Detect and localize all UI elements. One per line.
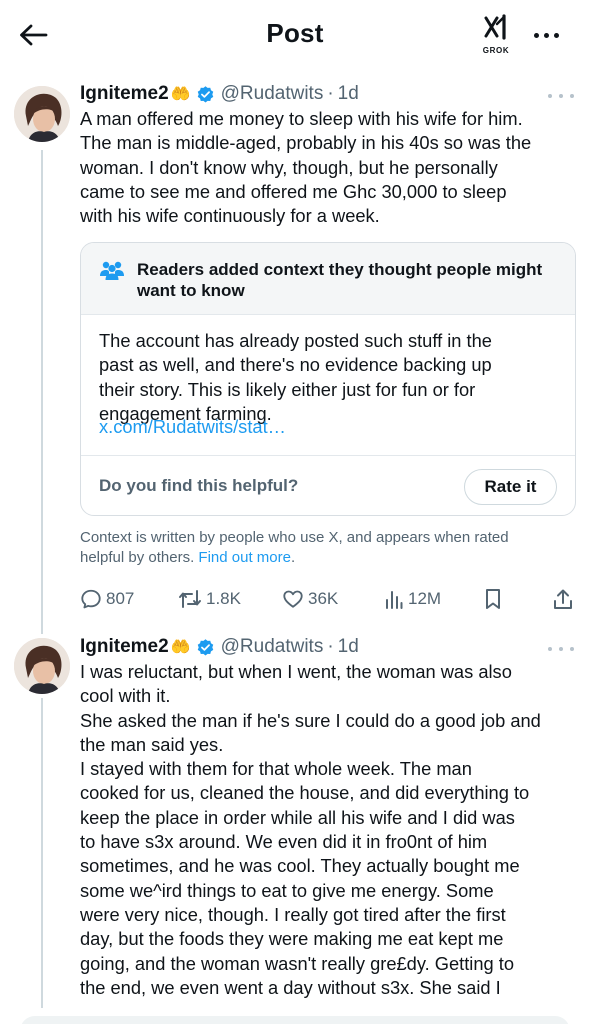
note-body: The account has already posted such stuf… <box>99 329 549 426</box>
verified-badge-icon <box>197 85 213 102</box>
tweet-header: Igniteme2 🤲 @Rudatwits · 1d <box>80 82 359 106</box>
helpful-question: Do you find this helpful? <box>99 476 299 495</box>
repost-icon <box>179 590 201 608</box>
reply-count: 807 <box>106 589 135 608</box>
tweet-line: the end, we even went a day without s3x.… <box>80 976 501 998</box>
note-source-link[interactable]: x.com/Rudatwits/stat… <box>99 416 286 438</box>
note-body-line: their story. This is likely either just … <box>99 378 476 400</box>
grok-label: GROK <box>482 46 510 55</box>
emoji: 🤲 <box>170 639 191 656</box>
views-count: 12M <box>408 589 442 608</box>
note-header: Readers added context they thought peopl… <box>81 243 575 315</box>
tweet-text: A man offered me money to sleep with his… <box>80 107 580 228</box>
tweet-line: some we^ird things to eat to give me ene… <box>80 879 494 901</box>
note-title-line: Readers added context they thought peopl… <box>137 260 543 279</box>
emoji: 🤲 <box>170 86 191 103</box>
separator: · <box>327 636 334 657</box>
context-line-text: helpful by others. <box>80 549 195 566</box>
context-line: helpful by others. Find out more. <box>80 548 570 568</box>
note-title-line: want to know <box>137 281 245 300</box>
views-icon <box>386 591 403 609</box>
share-icon <box>554 589 572 609</box>
timestamp[interactable]: 1d <box>338 636 359 658</box>
note-title: Readers added context they thought peopl… <box>137 259 567 301</box>
tweet-line: The man is middle-aged, probably in his … <box>80 132 532 154</box>
handle[interactable]: @Rudatwits <box>221 83 324 105</box>
display-name[interactable]: Igniteme2 <box>80 83 169 105</box>
grok-button[interactable]: GROK <box>476 14 516 58</box>
separator: · <box>327 83 334 104</box>
share-button[interactable] <box>553 586 573 612</box>
tweet-header: Igniteme2 🤲 @Rudatwits · 1d <box>80 635 359 659</box>
context-line: Context is written by people who use X, … <box>80 529 509 546</box>
context-period: . <box>290 549 296 566</box>
like-button[interactable]: 36K <box>282 586 338 612</box>
tweet-line: I stayed with them for that whole week. … <box>80 758 472 780</box>
tweet-line: She asked the man if he's sure I could d… <box>80 709 541 731</box>
divider <box>81 455 575 456</box>
avatar[interactable] <box>14 638 70 694</box>
repost-count: 1.8K <box>206 589 241 608</box>
tweet-line: were very nice, though. I really got tir… <box>80 903 506 925</box>
find-out-more-link[interactable]: Find out more <box>198 549 291 566</box>
reply-composer[interactable] <box>20 1016 570 1024</box>
thread-connector <box>41 150 43 634</box>
tweet-line: cooked for us, cleaned the house, and di… <box>80 782 530 804</box>
repost-button[interactable]: 1.8K <box>178 586 241 612</box>
timestamp[interactable]: 1d <box>338 83 359 105</box>
bookmark-button[interactable] <box>484 586 502 612</box>
tweet-line: day, but the foods they were making me e… <box>80 928 504 950</box>
tweet-line: keep the place in order while all his wi… <box>80 806 515 828</box>
bookmark-icon <box>486 589 500 609</box>
thread-connector <box>41 698 43 1008</box>
tweet-line: woman. I don't know why, though, but he … <box>80 156 498 178</box>
like-count: 36K <box>308 589 339 608</box>
reply-button[interactable]: 807 <box>80 586 134 612</box>
reply-icon <box>81 589 101 609</box>
avatar[interactable] <box>14 86 70 142</box>
tweet-line: the man said yes. <box>80 733 224 755</box>
tweet-line: A man offered me money to sleep with his… <box>80 108 523 129</box>
tweet-text: I was reluctant, but when I went, the wo… <box>80 660 580 1000</box>
verified-badge-icon <box>197 638 213 655</box>
views-button[interactable]: 12M <box>384 586 441 612</box>
tweet-line: I was reluctant, but when I went, the wo… <box>80 661 512 682</box>
context-disclaimer: Context is written by people who use X, … <box>80 528 570 568</box>
note-body-line: The account has already posted such stuf… <box>99 330 492 351</box>
tweet-line: going, and the woman wasn't really gre£d… <box>80 952 515 974</box>
grok-icon <box>484 14 506 40</box>
header: Post GROK <box>0 0 590 72</box>
note-body-line: past as well, and there's no evidence ba… <box>99 354 492 376</box>
tweet-line: with his wife continuously for a week. <box>80 205 380 227</box>
display-name[interactable]: Igniteme2 <box>80 636 169 658</box>
tweet-more-icon[interactable] <box>548 642 574 656</box>
people-icon <box>100 261 124 280</box>
handle[interactable]: @Rudatwits <box>221 636 324 658</box>
tweet-line: sometimes, and he was cool. They actuall… <box>80 855 520 877</box>
tweet-line: cool with it. <box>80 685 171 707</box>
community-note[interactable]: Readers added context they thought peopl… <box>80 242 576 516</box>
like-icon <box>283 590 303 608</box>
rate-it-button[interactable]: Rate it <box>464 469 557 505</box>
tweet-more-icon[interactable] <box>548 89 574 103</box>
tweet-line: to have s3x around. We even did it in fr… <box>80 831 488 853</box>
more-icon[interactable] <box>526 24 566 46</box>
tweet-line: came to see me and offered me Ghc 30,000… <box>80 180 507 202</box>
